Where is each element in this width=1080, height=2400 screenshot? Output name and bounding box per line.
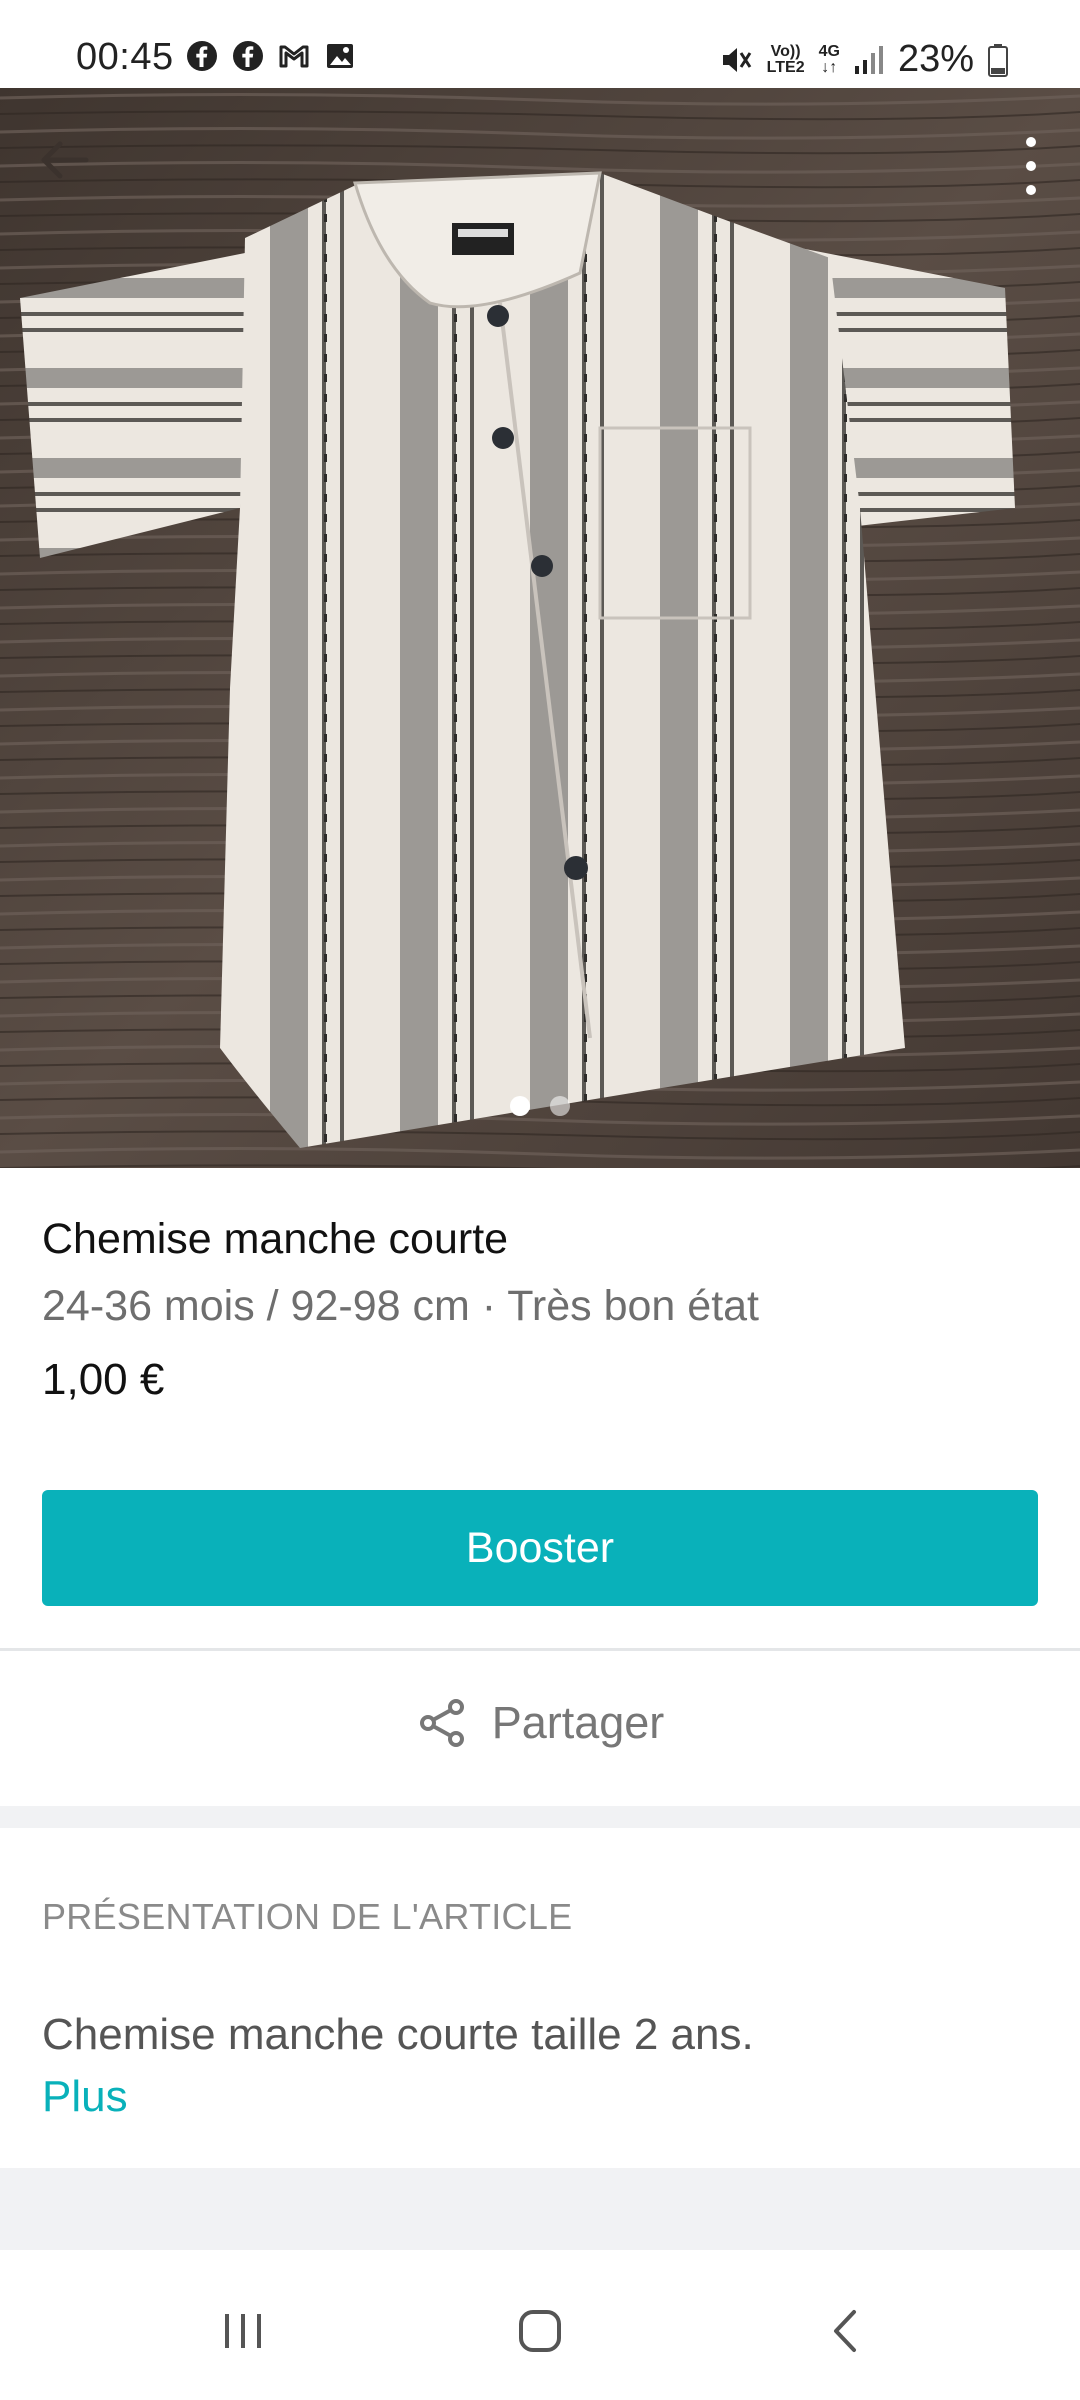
data-arrows-icon: ↓↑ <box>821 58 838 76</box>
back-nav-icon[interactable] <box>806 2290 886 2370</box>
mute-icon <box>722 47 751 72</box>
battery-icon <box>988 43 1008 77</box>
facebook-icon <box>187 41 217 71</box>
volte-indicator: Vo)) LTE2 <box>766 42 805 76</box>
booster-button[interactable]: Booster <box>42 1490 1038 1606</box>
show-more-link[interactable]: Plus <box>42 2072 128 2122</box>
gallery-icon <box>327 44 353 68</box>
signal-icon <box>854 45 883 74</box>
share-icon <box>419 1699 464 1747</box>
recent-apps-icon[interactable] <box>203 2290 283 2370</box>
section-separator <box>0 2168 1080 2250</box>
carousel-dot-1[interactable] <box>510 1096 530 1116</box>
description-section-title: PRÉSENTATION DE L'ARTICLE <box>42 1896 573 1937</box>
network-type: 4G ↓↑ <box>818 42 840 76</box>
share-button[interactable]: Partager <box>0 1660 1080 1786</box>
section-separator <box>0 1806 1080 1828</box>
product-photo <box>0 88 1080 1168</box>
carousel-dot-2[interactable] <box>550 1096 570 1116</box>
status-time: 00:45 <box>76 36 174 78</box>
battery-percent: 23% <box>897 38 974 80</box>
item-info: Chemise manche courte 24-36 mois / 92-98… <box>42 1215 1042 1405</box>
item-description: Chemise manche courte taille 2 ans. <box>42 2010 754 2059</box>
home-icon[interactable] <box>500 2290 580 2370</box>
item-title: Chemise manche courte <box>42 1215 509 1263</box>
carousel-indicator <box>0 1096 1080 1116</box>
item-details: 24-36 mois / 92-98 cm · Très bon état <box>42 1282 759 1330</box>
gmail-icon <box>279 45 309 68</box>
back-arrow-icon[interactable] <box>36 132 92 188</box>
status-bar: 00:45 Vo)) LTE2 4G ↓↑ 23% <box>0 0 1080 88</box>
item-price: 1,00 € <box>42 1355 165 1404</box>
product-photo-carousel[interactable] <box>0 88 1080 1168</box>
facebook-icon <box>233 41 263 71</box>
share-label: Partager <box>491 1697 665 1748</box>
system-status-icons: Vo)) LTE2 4G ↓↑ 23% <box>719 38 1008 81</box>
notification-icons <box>186 40 356 72</box>
more-options-icon[interactable] <box>1016 132 1046 204</box>
system-navigation-bar <box>0 2250 1080 2400</box>
divider <box>0 1648 1080 1651</box>
